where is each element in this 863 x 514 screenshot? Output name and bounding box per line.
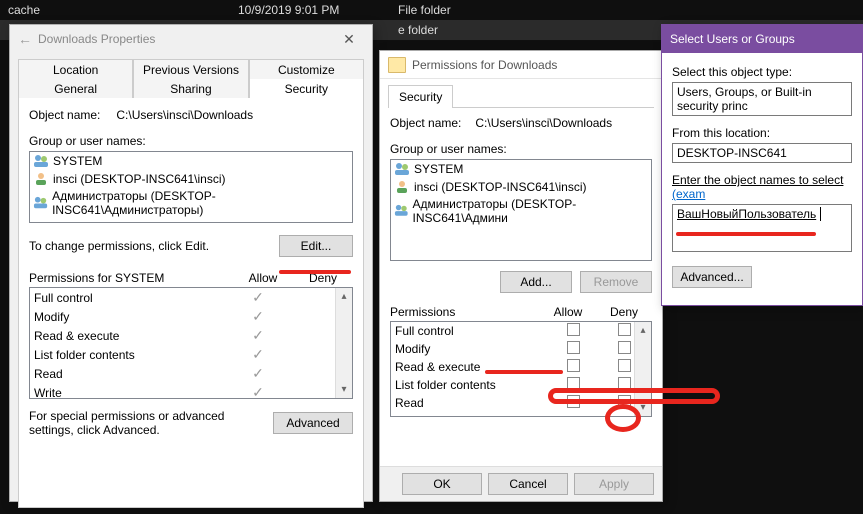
dialog-title: Downloads Properties — [38, 32, 334, 46]
ok-button[interactable]: OK — [402, 473, 482, 495]
list-item: Администраторы (DESKTOP-INSC641\Админи — [391, 196, 651, 226]
change-permissions-text: To change permissions, click Edit. — [29, 239, 279, 253]
allow-checkbox[interactable] — [567, 359, 580, 372]
dialog-title: Select Users or Groups — [670, 32, 854, 46]
advanced-button[interactable]: Advanced... — [672, 266, 752, 288]
allow-checkbox[interactable] — [567, 323, 580, 336]
advanced-button[interactable]: Advanced — [273, 412, 353, 434]
group-icon — [33, 195, 48, 211]
special-permissions-text: For special permissions or advanced sett… — [29, 409, 265, 437]
tab-security[interactable]: Security — [249, 79, 364, 99]
apply-button[interactable]: Apply — [574, 473, 654, 495]
object-type-label: Select this object type: — [672, 65, 852, 79]
annotation-underline — [279, 270, 351, 274]
file-type-cell: File folder — [398, 3, 498, 17]
folder-icon — [388, 57, 406, 73]
back-icon[interactable]: ← — [18, 31, 38, 47]
annotation-underline — [548, 388, 720, 404]
location-field[interactable]: DESKTOP-INSC641 — [672, 143, 852, 163]
object-names-textbox[interactable]: ВашНовыйПользователь — [672, 204, 852, 252]
users-listbox[interactable]: SYSTEM insci (DESKTOP-INSC641\insci) Адм… — [390, 159, 652, 261]
location-label: From this location: — [672, 126, 852, 140]
check-icon: ✓ — [252, 289, 264, 305]
check-icon: ✓ — [252, 384, 264, 400]
group-icon — [33, 153, 49, 169]
scroll-down-icon[interactable]: ▾ — [336, 381, 352, 398]
file-type-cell: e folder — [398, 23, 438, 37]
tab-sharing[interactable]: Sharing — [133, 79, 248, 99]
object-name-label: Object name: — [390, 116, 461, 130]
check-icon: ✓ — [252, 365, 264, 381]
scroll-up-icon[interactable]: ▴ — [635, 322, 651, 339]
edit-button[interactable]: Edit... — [279, 235, 353, 257]
list-item: insci (DESKTOP-INSC641\insci) — [391, 178, 651, 196]
select-users-dialog: Select Users or Groups Select this objec… — [661, 24, 863, 306]
users-listbox[interactable]: SYSTEM insci (DESKTOP-INSC641\insci) Адм… — [29, 151, 353, 223]
object-name-label: Object name: — [29, 108, 100, 122]
deny-header: Deny — [596, 305, 652, 319]
deny-checkbox[interactable] — [618, 359, 631, 372]
permissions-for-label: Permissions for SYSTEM — [29, 271, 233, 285]
list-item: SYSTEM — [391, 160, 651, 178]
object-name-value: C:\Users\insci\Downloads — [116, 108, 253, 122]
tab-location[interactable]: Location — [18, 59, 133, 80]
group-icon — [394, 161, 410, 177]
group-users-label: Group or user names: — [29, 134, 353, 148]
check-icon: ✓ — [252, 308, 264, 324]
group-icon — [394, 203, 409, 219]
object-names-label: Enter the object names to select (exam — [672, 173, 852, 201]
user-icon — [33, 171, 49, 187]
examples-link[interactable]: (exam — [672, 187, 705, 201]
check-icon: ✓ — [252, 327, 264, 343]
object-type-field[interactable]: Users, Groups, or Built-in security prin… — [672, 82, 852, 116]
permissions-editor-dialog: Permissions for Downloads Security Objec… — [379, 50, 663, 502]
allow-checkbox[interactable] — [567, 341, 580, 354]
deny-checkbox[interactable] — [618, 341, 631, 354]
annotation-circle — [605, 404, 641, 432]
scrollbar[interactable]: ▴ ▾ — [335, 288, 352, 398]
tab-customize[interactable]: Customize — [249, 59, 364, 80]
cancel-button[interactable]: Cancel — [488, 473, 568, 495]
user-icon — [394, 179, 410, 195]
file-date-cell: 10/9/2019 9:01 PM — [238, 3, 398, 17]
annotation-underline — [485, 370, 563, 374]
group-users-label: Group or user names: — [390, 142, 652, 156]
file-name-cell[interactable]: cache — [8, 3, 238, 17]
close-icon[interactable]: ✕ — [334, 31, 364, 48]
add-button[interactable]: Add... — [500, 271, 572, 293]
deny-checkbox[interactable] — [618, 323, 631, 336]
annotation-underline — [676, 232, 816, 236]
tab-strip: Location Previous Versions Customize Gen… — [18, 59, 364, 98]
list-item: Администраторы (DESKTOP-INSC641\Админист… — [30, 188, 352, 218]
list-item: SYSTEM — [30, 152, 352, 170]
check-icon: ✓ — [252, 346, 264, 362]
dialog-title: Permissions for Downloads — [412, 58, 654, 72]
allow-header: Allow — [540, 305, 596, 319]
tab-general[interactable]: General — [18, 79, 133, 99]
permissions-table: Full control✓ Modify✓ Read & execute✓ Li… — [29, 287, 353, 399]
object-name-value: C:\Users\insci\Downloads — [475, 116, 612, 130]
remove-button[interactable]: Remove — [580, 271, 652, 293]
list-item: insci (DESKTOP-INSC641\insci) — [30, 170, 352, 188]
tab-previous-versions[interactable]: Previous Versions — [133, 59, 248, 80]
permissions-label: Permissions — [390, 305, 540, 319]
tab-security[interactable]: Security — [388, 85, 453, 108]
scroll-up-icon[interactable]: ▴ — [336, 288, 352, 305]
properties-dialog: ← Downloads Properties ✕ Location Previo… — [9, 24, 373, 502]
